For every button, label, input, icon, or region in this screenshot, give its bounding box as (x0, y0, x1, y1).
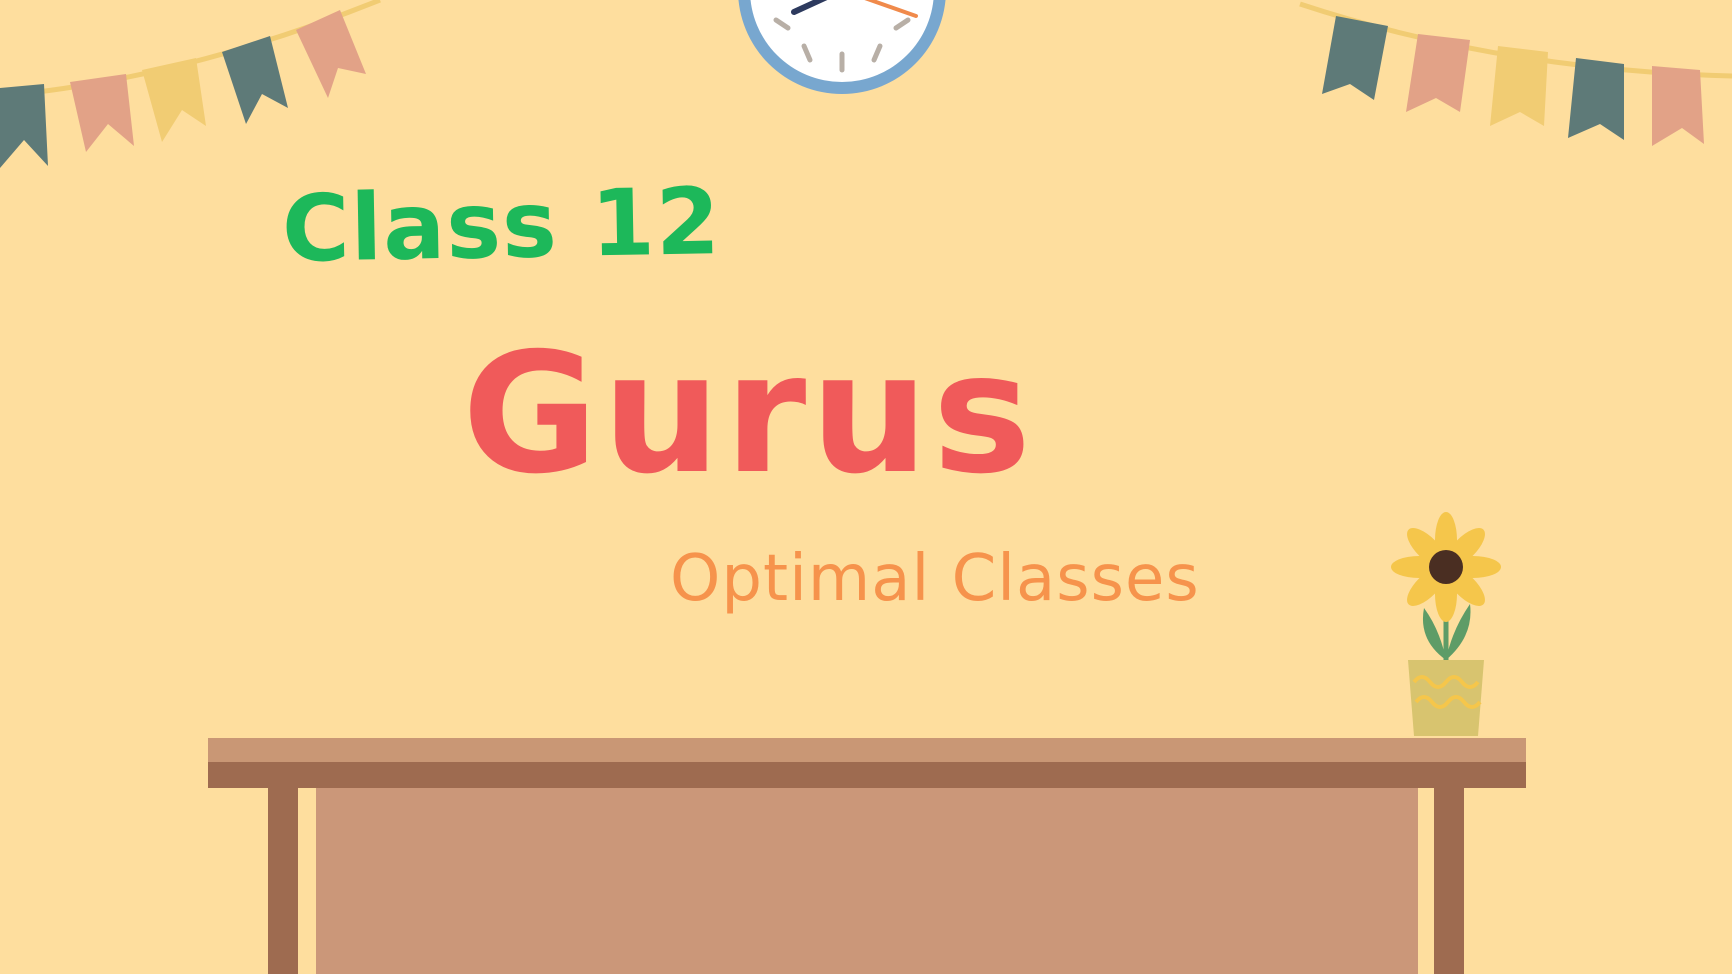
sunflower-pot-icon (1391, 512, 1501, 736)
brand-name: Gurus (462, 318, 1036, 511)
class-label: Class 12 (281, 168, 722, 283)
slide-canvas: Class 12 Gurus Optimal Classes (0, 0, 1732, 974)
desk-icon (208, 738, 1526, 974)
wall-clock-icon (738, 0, 946, 94)
tagline: Optimal Classes (670, 542, 1200, 616)
bunting-left-icon (0, 0, 381, 168)
bunting-right-icon (1299, 1, 1732, 146)
